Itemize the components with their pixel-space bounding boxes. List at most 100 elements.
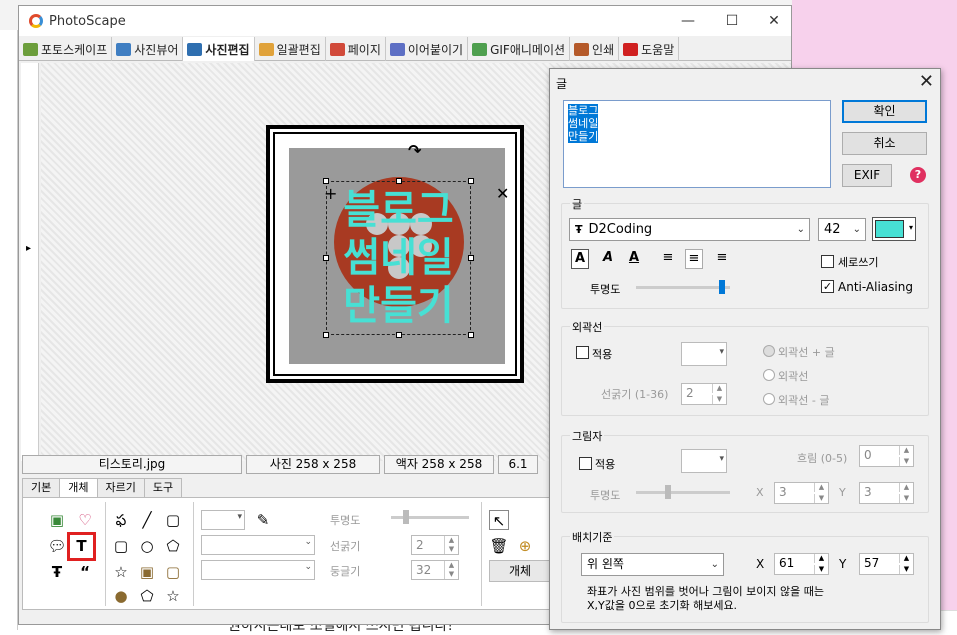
- rotate-handle-icon[interactable]: ↷: [408, 141, 421, 160]
- main-tab-7[interactable]: 인쇄: [570, 37, 620, 61]
- star-tool-icon[interactable]: ☆: [111, 562, 131, 582]
- roundness-spinner[interactable]: 32 ▲ ▼: [411, 560, 459, 580]
- style-combo[interactable]: ⌄: [201, 535, 315, 555]
- align-right-icon[interactable]: ≡: [713, 249, 731, 269]
- exif-button[interactable]: EXIF: [842, 164, 892, 187]
- opacity-slider[interactable]: [636, 286, 730, 289]
- align-left-icon[interactable]: ≡: [659, 249, 677, 269]
- outline-only-label: 외곽선: [778, 370, 809, 383]
- filled-circle-tool-icon[interactable]: ●: [111, 586, 131, 606]
- tab-label: 도움말: [641, 42, 675, 57]
- minimize-button[interactable]: —: [673, 10, 703, 32]
- freehand-tool-icon[interactable]: ఫ: [111, 510, 131, 530]
- dialog-close-button[interactable]: ✕: [919, 71, 934, 92]
- main-tab-0[interactable]: 포토스케이프: [19, 37, 113, 61]
- rounded-rect-tool-icon[interactable]: ▢: [111, 536, 131, 556]
- filled-round-rect-tool-icon[interactable]: ▢: [163, 562, 183, 582]
- tab-basic[interactable]: 기본: [22, 478, 61, 498]
- rectangle-tool-icon[interactable]: ▢: [163, 510, 183, 530]
- add-object-icon[interactable]: ⊕: [515, 536, 535, 556]
- font-tool-icon[interactable]: Ŧ: [47, 562, 67, 582]
- tab-icon: [116, 42, 132, 56]
- position-y-spinner[interactable]: 57 ▲ ▼: [859, 553, 914, 575]
- roundness-label: 둥글기: [330, 565, 361, 578]
- status-file-size: 6.1 KB: [498, 455, 538, 474]
- line-width-spinner[interactable]: 2 ▲ ▼: [411, 535, 459, 555]
- main-tab-4[interactable]: 페이지: [326, 37, 386, 61]
- filled-rect-tool-icon[interactable]: ▣: [137, 562, 157, 582]
- filled-pentagon-tool-icon[interactable]: ⬠: [137, 586, 157, 606]
- status-photo-size: 사진 258 x 258: [246, 455, 380, 474]
- circle-tool-icon[interactable]: ○: [137, 536, 157, 556]
- underline-format-icon[interactable]: A: [625, 249, 643, 269]
- style-combo-2[interactable]: ⌄: [201, 560, 315, 580]
- shadow-y-label: Y: [839, 486, 846, 499]
- window-title: PhotoScape: [49, 14, 126, 29]
- main-tab-6[interactable]: GIF애니메이션: [468, 37, 571, 61]
- vertical-checkbox[interactable]: [821, 255, 834, 268]
- tab-tools[interactable]: 도구: [143, 478, 183, 498]
- main-tab-5[interactable]: 이어붙이기: [386, 37, 469, 61]
- bold-format-icon[interactable]: A: [571, 249, 589, 269]
- trash-icon[interactable]: 🗑︎: [489, 536, 509, 556]
- outline-apply-label: 적용: [592, 348, 613, 361]
- shadow-apply-label: 적용: [595, 458, 616, 471]
- shadow-blur-spinner[interactable]: 0 ▲ ▼: [859, 445, 914, 467]
- object-button[interactable]: 개체: [489, 560, 551, 582]
- eyedropper-icon[interactable]: ✎: [253, 510, 273, 530]
- outline-apply-checkbox[interactable]: [576, 346, 589, 359]
- cancel-button[interactable]: 취소: [842, 132, 927, 155]
- tab-label: 사진뷰어: [134, 42, 179, 57]
- close-button[interactable]: ✕: [759, 10, 789, 32]
- main-tab-1[interactable]: 사진뷰어: [112, 37, 184, 61]
- text-input-area[interactable]: 블로그 썸네일 만들기: [563, 100, 831, 188]
- shadow-x-spinner[interactable]: 3 ▲ ▼: [774, 482, 829, 504]
- text-color-button[interactable]: ▾: [872, 217, 916, 241]
- text-line-1: 블로그: [568, 104, 599, 117]
- tab-object[interactable]: 개체: [59, 478, 98, 498]
- antialias-checkbox[interactable]: ✓: [821, 280, 834, 293]
- quote-tool-icon[interactable]: “: [75, 562, 95, 582]
- tab-label: 인쇄: [592, 42, 615, 57]
- pentagon-tool-icon[interactable]: ⬠: [163, 536, 183, 556]
- line-tool-icon[interactable]: ╱: [137, 510, 157, 530]
- opacity-slider-thumb[interactable]: [719, 280, 726, 294]
- outline-minus-text-radio[interactable]: [763, 393, 775, 405]
- anchor-select[interactable]: 위 왼쪽 ⌄: [581, 553, 724, 576]
- tab-crop[interactable]: 자르기: [96, 478, 145, 498]
- outline-only-radio[interactable]: [763, 369, 775, 381]
- image-tool-icon[interactable]: ▣: [47, 510, 67, 530]
- filled-star-tool-icon[interactable]: ☆: [163, 586, 183, 606]
- shadow-apply-checkbox[interactable]: [579, 457, 592, 470]
- main-tab-8[interactable]: 도움말: [619, 37, 680, 61]
- select-pointer-icon[interactable]: ↖: [489, 510, 509, 530]
- outline-color-combo[interactable]: ▾: [681, 342, 727, 366]
- maximize-button[interactable]: ☐: [717, 10, 747, 32]
- text-line-3: 만들기: [568, 130, 599, 143]
- outline-plus-text-label: 외곽선 + 글: [778, 346, 835, 359]
- shadow-y-spinner[interactable]: 3 ▲ ▼: [859, 482, 914, 504]
- shadow-x-label: X: [756, 486, 764, 499]
- color-combo[interactable]: ▾: [201, 510, 245, 530]
- status-filename: 티스토리.jpg: [22, 455, 242, 474]
- move-handle-icon[interactable]: +: [324, 184, 337, 203]
- ok-button[interactable]: 확인: [842, 100, 927, 123]
- outline-plus-text-radio[interactable]: [763, 345, 775, 357]
- align-center-icon[interactable]: ≡: [685, 249, 703, 269]
- help-icon[interactable]: ?: [910, 167, 926, 183]
- shadow-color-combo[interactable]: ▾: [681, 449, 727, 473]
- side-panel-toggle[interactable]: ▸: [21, 63, 39, 461]
- heart-tool-icon[interactable]: ♡: [75, 510, 95, 530]
- position-x-spinner[interactable]: 61 ▲ ▼: [774, 553, 829, 575]
- balloon-tool-icon[interactable]: 💬︎: [47, 536, 67, 556]
- italic-format-icon[interactable]: A: [599, 249, 617, 269]
- shadow-opacity-slider[interactable]: [636, 491, 730, 494]
- delete-object-icon[interactable]: ✕: [496, 184, 509, 203]
- main-tab-3[interactable]: 일괄편집: [255, 37, 326, 61]
- font-select[interactable]: Ŧ D2Coding ⌄: [569, 218, 810, 241]
- outline-width-spinner[interactable]: 2 ▲ ▼: [681, 383, 727, 405]
- main-tab-2[interactable]: 사진편집: [183, 37, 255, 61]
- text-tool-icon[interactable]: T: [67, 532, 96, 561]
- font-size-select[interactable]: 42 ⌄: [818, 218, 866, 241]
- text-selection-box[interactable]: [323, 178, 474, 338]
